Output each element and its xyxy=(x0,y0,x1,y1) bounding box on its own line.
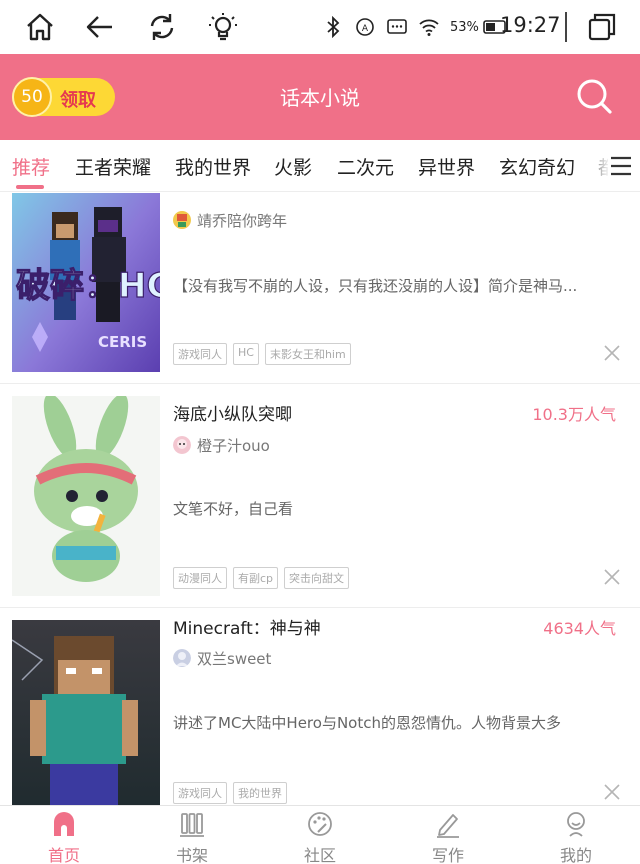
tag[interactable]: 我的世界 xyxy=(233,782,287,804)
story-summary: 文笔不好，自己看 xyxy=(173,500,294,518)
story-feed[interactable]: 破碎：HC CERIS 靖乔陪你跨年 【没有我写不崩的人设，只有我还没崩的人设】… xyxy=(0,193,640,805)
cover-caption: CERIS xyxy=(98,333,147,351)
bottom-nav: 首页 书架 社区 写作 我的 xyxy=(0,805,640,864)
clock: 19:27 xyxy=(500,13,561,37)
page-title: 话本小说 xyxy=(280,86,360,110)
home-icon[interactable] xyxy=(24,11,56,43)
tag[interactable]: 动漫同人 xyxy=(173,567,227,589)
pen-icon xyxy=(437,814,459,838)
bluetooth-icon xyxy=(327,16,340,38)
auto-brightness-icon: A xyxy=(356,18,374,36)
tab-isekai[interactable]: 异世界 xyxy=(418,153,475,180)
tag[interactable]: 突击向甜文 xyxy=(284,567,350,589)
nav-label: 我的 xyxy=(559,846,592,864)
story-title[interactable]: Minecraft：神与神 xyxy=(173,614,321,639)
status-bar: A 53% 19:27 xyxy=(0,0,640,54)
popularity-count: 10.3万人气 xyxy=(532,405,616,424)
author-row[interactable]: 双兰sweet xyxy=(173,647,271,669)
recent-apps-icon[interactable] xyxy=(586,11,618,43)
palette-icon xyxy=(308,812,332,836)
profile-icon xyxy=(567,812,585,837)
tab-my-world[interactable]: 我的世界 xyxy=(175,153,251,180)
story-summary: 【没有我写不崩的人设，只有我还没崩的人设】简介是神马... xyxy=(173,277,578,295)
tag[interactable]: 有副cp xyxy=(233,567,279,589)
category-tabs: 推荐 王者荣耀 我的世界 火影 二次元 异世界 玄幻奇幻 都 xyxy=(0,140,640,192)
author-name: 橙子汁ouo xyxy=(197,436,270,455)
popularity-count: 4634人气 xyxy=(543,619,616,638)
tab-honor-of-kings[interactable]: 王者荣耀 xyxy=(75,153,151,180)
nav-label: 首页 xyxy=(47,846,80,864)
refresh-icon[interactable] xyxy=(146,11,178,43)
story-card[interactable]: 破碎：HC CERIS 靖乔陪你跨年 【没有我写不崩的人设，只有我还没崩的人设】… xyxy=(0,193,640,384)
story-cover[interactable] xyxy=(12,620,160,805)
author-row[interactable]: 橙子汁ouo xyxy=(173,434,270,456)
close-icon[interactable] xyxy=(603,344,621,362)
nav-community[interactable]: 社区 xyxy=(256,806,384,864)
author-name: 双兰sweet xyxy=(197,649,272,668)
search-icon[interactable] xyxy=(574,76,614,116)
tag[interactable]: HC xyxy=(233,343,259,365)
tag[interactable]: 游戏同人 xyxy=(173,343,227,365)
tag-list: 游戏同人 我的世界 xyxy=(173,782,293,804)
tag-list: 动漫同人 有副cp 突击向甜文 xyxy=(173,567,355,589)
nav-profile[interactable]: 我的 xyxy=(512,806,640,864)
nav-label: 社区 xyxy=(303,846,336,864)
battery-percent: 53% xyxy=(450,19,479,35)
wifi-icon xyxy=(419,19,439,36)
status-divider xyxy=(565,12,567,42)
tab-anime[interactable]: 二次元 xyxy=(337,153,394,180)
tab-recommend[interactable]: 推荐 xyxy=(12,153,50,180)
cover-title: 破碎：HC xyxy=(16,266,160,306)
author-row[interactable]: 靖乔陪你跨年 xyxy=(173,209,287,231)
author-avatar xyxy=(173,436,191,454)
active-tab-indicator xyxy=(16,185,44,189)
story-card[interactable]: Minecraft：神与神 4634人气 双兰sweet 讲述了MC大陆中Her… xyxy=(0,608,640,805)
lightbulb-icon[interactable] xyxy=(207,11,239,43)
svg-text:A: A xyxy=(362,24,369,34)
close-icon[interactable] xyxy=(603,568,621,586)
story-card[interactable]: 海底小纵队突唧 10.3万人气 橙子汁ouo 文笔不好，自己看 动漫同人 有副c… xyxy=(0,384,640,608)
author-name: 靖乔陪你跨年 xyxy=(197,211,288,230)
story-cover[interactable] xyxy=(12,396,160,596)
bookshelf-icon xyxy=(180,813,204,837)
nav-bookshelf[interactable]: 书架 xyxy=(128,806,256,864)
story-cover[interactable]: 破碎：HC CERIS xyxy=(12,193,160,372)
story-summary: 讲述了MC大陆中Hero与Notch的恩怨情仇。人物背景大多 xyxy=(173,714,561,732)
nav-label: 写作 xyxy=(431,846,464,864)
more-tabs-icon[interactable] xyxy=(608,154,634,178)
author-avatar xyxy=(173,649,191,667)
tab-fantasy[interactable]: 玄幻奇幻 xyxy=(499,153,575,180)
tag[interactable]: 游戏同人 xyxy=(173,782,227,804)
nav-home[interactable]: 首页 xyxy=(0,806,128,864)
author-avatar xyxy=(173,211,191,229)
tab-naruto[interactable]: 火影 xyxy=(274,153,312,180)
close-icon[interactable] xyxy=(603,783,621,801)
tag-list: 游戏同人 HC 末影女王和him xyxy=(173,343,357,365)
back-arrow-icon[interactable] xyxy=(84,11,116,43)
app-header: 50 领取 话本小说 xyxy=(0,54,640,140)
nav-write[interactable]: 写作 xyxy=(384,806,512,864)
nav-label: 书架 xyxy=(175,846,208,864)
home-tab-icon xyxy=(54,812,74,836)
tag[interactable]: 末影女王和him xyxy=(264,343,351,365)
story-title[interactable]: 海底小纵队突唧 xyxy=(173,400,292,425)
message-icon xyxy=(387,19,407,34)
